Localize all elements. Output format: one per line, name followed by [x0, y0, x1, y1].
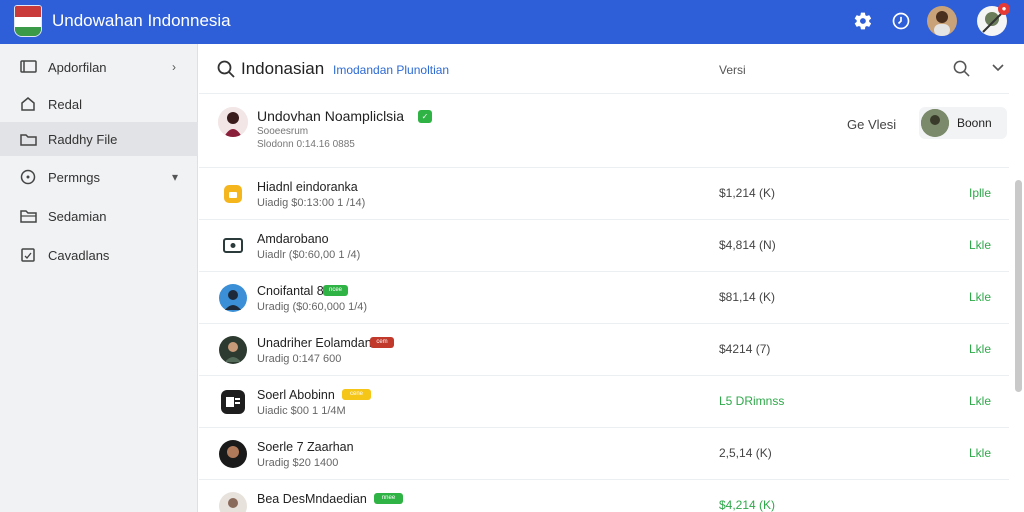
list-item[interactable]: Soerle 7 Zaarhan Uradig $20 1400 2,5,14 …	[199, 428, 1009, 480]
list-item[interactable]: Cnoifantal 8 ncee Uradig ($0:60,000 1/4)…	[199, 272, 1009, 324]
item-title: Unadriher Eolamdan	[257, 336, 372, 350]
search-icon[interactable]	[217, 60, 235, 83]
button-avatar	[921, 109, 949, 137]
profile-avatar[interactable]	[218, 107, 248, 137]
item-subtitle: Uiadig $0:13:00 1 /­­14)	[257, 197, 366, 209]
top-bar: Undowahan Indonnesia ●	[0, 0, 1024, 44]
sidebar-item-apdorfilan[interactable]: Apdorfilan ›	[0, 50, 198, 84]
indonesia-flag-logo	[14, 5, 42, 37]
person-avatar-icon	[219, 440, 247, 468]
sidebar-item-sedamian[interactable]: Sedamian	[0, 199, 198, 233]
folder-open-icon	[19, 207, 37, 225]
search-bar[interactable]: Indonasian Imodandan Plunoltian Versi	[199, 44, 1009, 94]
item-title: Bea DesMndaedian	[257, 492, 367, 506]
item-subtitle: Uiadic $00 1 1/4M	[257, 405, 346, 417]
item-title: Amdarobano	[257, 232, 329, 246]
item-subtitle: Uradig $20 1400	[257, 457, 339, 469]
profile-name: Undovhan Noampliclsia	[257, 108, 405, 124]
item-price: $4,214 (K)	[719, 498, 776, 512]
item-title: Soerl Abobinn	[257, 388, 335, 402]
list-item[interactable]: Soerl Abobinn cene Uiadic $00 1 1/4M L5 …	[199, 376, 1009, 428]
versi-label: Versi	[719, 63, 746, 77]
list-item[interactable]: Unadriher Eolamdan cem Uradig 0:147 600 …	[199, 324, 1009, 376]
status-badge: cene	[342, 389, 371, 400]
status-badge: ncee	[323, 285, 348, 296]
profile-subtitle: Sooeesrum	[257, 126, 309, 137]
notification-badge-icon: ●	[998, 3, 1010, 15]
item-action-link[interactable]: Lkle	[969, 342, 991, 356]
item-price: L5 DRimnss	[719, 394, 785, 408]
search-button-icon[interactable]	[953, 60, 970, 82]
list-item[interactable]: Bea DesMndaedian nnee $4,214 (K)	[199, 480, 1009, 512]
sidebar-item-label: Sedamian	[48, 208, 107, 224]
item-price: $4214 (7)	[719, 342, 771, 356]
sidebar-item-label: Cavadlans	[48, 247, 110, 263]
profile-header: Undovhan Noampliclsia ✓ Sooeesrum Slodon…	[199, 94, 1009, 168]
folder-icon	[19, 130, 37, 148]
sidebar-item-label: Redal	[48, 96, 82, 112]
vertical-scrollbar[interactable]	[1015, 180, 1022, 392]
settings-gear-icon[interactable]	[852, 10, 874, 32]
item-price: $1,214 (K)	[719, 186, 776, 200]
item-action-link[interactable]: Lkle	[969, 446, 991, 460]
document-icon	[19, 246, 37, 264]
sidebar-item-label: Raddhy File	[48, 131, 118, 147]
item-subtitle: Uradig ($0:60,000 1/4)	[257, 301, 368, 313]
profile-meta: Slodonn 0:14.16 0885	[257, 139, 355, 150]
item-title: Cnoifantal 8	[257, 284, 324, 298]
sidebar-item-label: Apdorfilan	[48, 59, 107, 75]
status-badge: cem	[370, 337, 394, 348]
search-suggestion[interactable]: Imodandan Plunoltian	[333, 63, 449, 77]
item-title: Hiadnl eindoranka	[257, 180, 358, 194]
sidebar-item-redal[interactable]: Redal	[0, 87, 198, 121]
item-price: $4,814 (N)	[719, 238, 776, 252]
profile-button-label: Boonn	[957, 116, 992, 130]
sidebar-item-permngs[interactable]: Permngs ▾	[0, 160, 198, 194]
person-avatar-icon	[219, 336, 247, 364]
sidebar-item-label: Permngs	[48, 169, 101, 185]
person-avatar-icon	[219, 284, 247, 312]
item-action-link[interactable]: Lkle	[969, 238, 991, 252]
chevron-down-icon: ▾	[172, 170, 179, 184]
sidebar: Apdorfilan › Redal Raddhy File Permngs ▾…	[0, 44, 198, 512]
app-title: Undowahan Indonnesia	[52, 11, 231, 30]
clock-icon[interactable]	[890, 10, 912, 32]
lock-icon	[219, 180, 247, 208]
sidebar-item-cavadlans[interactable]: Cavadlans	[0, 238, 198, 272]
app-icon	[219, 388, 247, 416]
item-subtitle: Uiadlr ($0:60,00 1 /4)	[257, 249, 361, 261]
profile-action-button[interactable]: Boonn	[919, 107, 1007, 139]
search-query[interactable]: Indonasian	[241, 59, 324, 79]
user-avatar[interactable]	[927, 6, 957, 36]
chevron-right-icon: ›	[172, 60, 176, 74]
item-title: Soerle 7 Zaarhan	[257, 440, 354, 454]
item-action-link[interactable]: Lkle	[969, 290, 991, 304]
item-action-link[interactable]: Iplle	[969, 186, 991, 200]
item-action-link[interactable]: Lkle	[969, 394, 991, 408]
item-subtitle: Uradig 0:147 600	[257, 353, 342, 365]
chevron-down-icon[interactable]	[991, 61, 1005, 80]
profile-versi: Ge Vlesi	[847, 117, 897, 132]
main-panel: Indonasian Imodandan Plunoltian Versi Un…	[199, 44, 1024, 512]
item-price: 2,5,14 (K)	[719, 446, 772, 460]
monitor-icon	[19, 58, 37, 76]
home-icon	[19, 95, 37, 113]
camera-icon	[219, 232, 247, 260]
status-badge: nnee	[374, 493, 403, 504]
person-avatar-icon	[219, 492, 247, 512]
verified-check-icon: ✓	[418, 110, 432, 123]
list-item[interactable]: Hiadnl eindoranka Uiadig $0:13:00 1 /­­1…	[199, 168, 1009, 220]
clock-icon	[19, 168, 37, 186]
item-price: $81,14 (K)	[719, 290, 776, 304]
list-item[interactable]: Amdarobano Uiadlr ($0:60,00 1 /4) $4,814…	[199, 220, 1009, 272]
sidebar-item-raddhy-file[interactable]: Raddhy File	[0, 122, 198, 156]
